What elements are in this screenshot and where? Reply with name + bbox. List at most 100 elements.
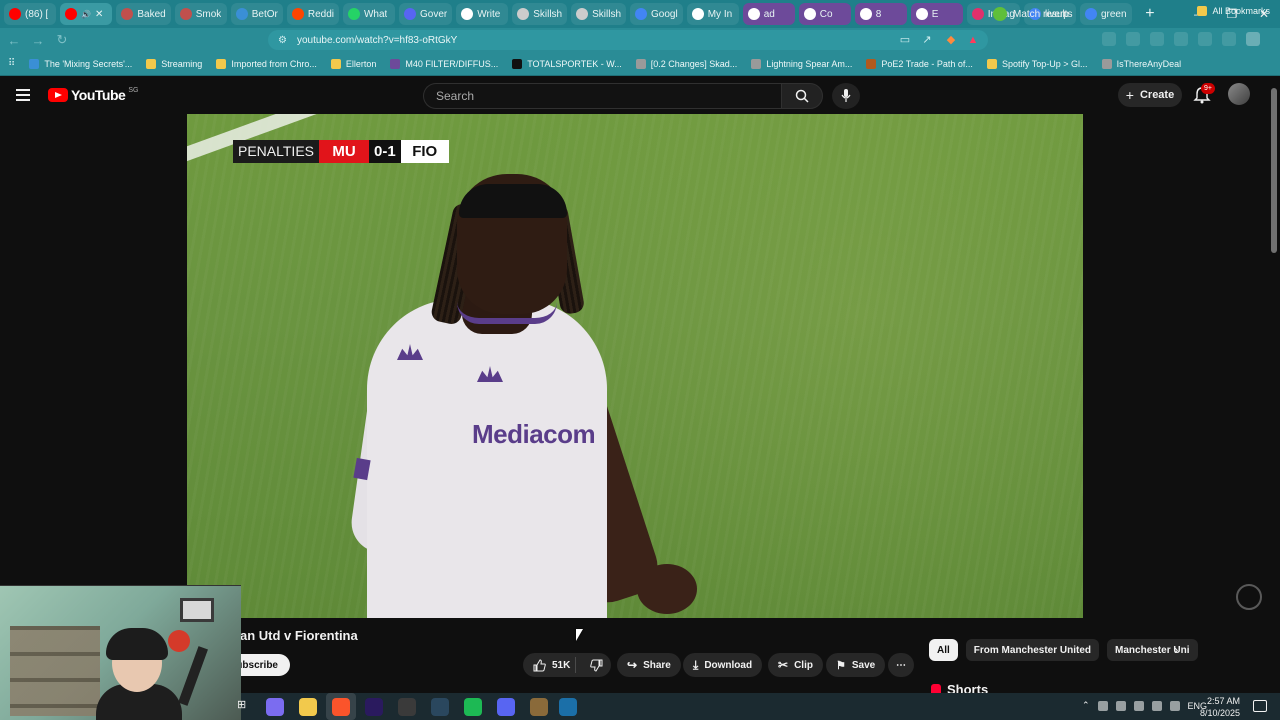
tab-favicon-icon	[461, 8, 474, 20]
tab-favicon-icon	[235, 8, 248, 20]
browser-tab[interactable]: BetOr	[230, 3, 283, 25]
browser-tab[interactable]: 🔊 ✕	[60, 3, 113, 25]
bookmark-item[interactable]: Lightning Spear Am...	[751, 58, 852, 69]
bookmark-label: Ellerton	[345, 58, 377, 69]
bookmark-item[interactable]: M40 FILTER/DIFFUS...	[390, 58, 498, 69]
url-text[interactable]: youtube.com/watch?v=hf83-oRtGkY	[297, 35, 457, 46]
bookmark-item[interactable]: Imported from Chro...	[216, 58, 317, 69]
channel-watermark-crest-icon[interactable]	[1236, 584, 1262, 610]
tab-title: Skillsh	[533, 8, 563, 20]
bookmark-item[interactable]: The 'Mixing Secrets'...	[29, 58, 132, 69]
browser-tab[interactable]: Googl	[630, 3, 683, 25]
filter-chip[interactable]: All	[929, 639, 958, 661]
account-avatar[interactable]	[1228, 83, 1250, 105]
save-button[interactable]: ⚑ Save	[826, 653, 886, 677]
extension-icon[interactable]	[1174, 32, 1188, 46]
file-explorer-app-icon[interactable]	[299, 698, 317, 716]
create-button[interactable]: + Create	[1118, 83, 1182, 107]
steam-2-app-icon[interactable]	[559, 698, 577, 716]
browser-tab[interactable]: What	[342, 3, 395, 25]
match-results-widget[interactable]: Match results	[993, 7, 1072, 21]
search-button[interactable]	[781, 83, 823, 109]
browser-tab[interactable]: Write	[456, 3, 509, 25]
search-input[interactable]	[423, 83, 781, 109]
bookmark-item[interactable]: [0.2 Changes] Skad...	[635, 58, 737, 69]
reload-icon[interactable]: ↻	[52, 32, 72, 48]
bookmark-item[interactable]: Streaming	[146, 58, 202, 69]
clip-button[interactable]: ✂ Clip	[768, 653, 823, 677]
brave-app-icon[interactable]	[332, 698, 350, 716]
browser-tab[interactable]: (86) [	[4, 3, 56, 25]
notification-center-icon[interactable]	[1253, 700, 1267, 712]
voice-search-button[interactable]	[832, 83, 860, 109]
all-bookmarks-button[interactable]: All Bookmarks	[1197, 6, 1270, 16]
tab-favicon-icon	[803, 8, 816, 20]
wifi-icon[interactable]	[1169, 700, 1180, 711]
browser-tab[interactable]: E	[910, 3, 963, 25]
extension-icon[interactable]	[1150, 32, 1164, 46]
extension-icon[interactable]	[1222, 32, 1236, 46]
like-button[interactable]: 51K	[523, 657, 576, 673]
premiere-app-icon[interactable]	[365, 698, 383, 716]
site-info-icon[interactable]: ⚙	[278, 35, 287, 46]
back-icon[interactable]: ←	[4, 33, 24, 48]
browser-tab[interactable]: Reddi	[286, 3, 339, 25]
cast-icon[interactable]: ▭	[898, 33, 912, 47]
dislike-button[interactable]	[582, 659, 612, 672]
discord-app-icon[interactable]	[497, 698, 515, 716]
bluetooth-icon[interactable]	[1151, 700, 1162, 711]
profile-icon[interactable]	[1246, 32, 1260, 46]
browser-tab[interactable]: Skillsh	[512, 3, 568, 25]
page-scrollbar[interactable]	[1271, 88, 1277, 253]
system-clock[interactable]: 2:57 AM 8/10/2025	[1200, 695, 1240, 719]
forward-icon[interactable]: →	[28, 33, 48, 48]
apps-grid-icon[interactable]: ⠿	[8, 58, 15, 69]
bookmark-item[interactable]: PoE2 Trade - Path of...	[866, 58, 973, 69]
bookmark-item[interactable]: IsThereAnyDeal	[1101, 58, 1181, 69]
extension-icon[interactable]	[1126, 32, 1140, 46]
hamburger-menu-icon[interactable]	[16, 86, 34, 104]
extension-icon[interactable]	[1102, 32, 1116, 46]
bookmark-icon	[146, 58, 157, 69]
tab-favicon-icon	[859, 8, 872, 20]
start-menu-icon[interactable]: ⊞	[237, 698, 255, 716]
browser-tab[interactable]: Skillsh	[571, 3, 627, 25]
share-button[interactable]: ↪ Share	[617, 653, 681, 677]
browser-tab[interactable]: Smok	[174, 3, 227, 25]
microphone-tray-icon[interactable]	[1097, 700, 1108, 711]
share-url-icon[interactable]: ↗	[920, 33, 934, 47]
new-tab-plus-icon[interactable]: +	[1140, 4, 1160, 24]
browser-tab[interactable]: Gover	[398, 3, 453, 25]
brave-shields-icon[interactable]: ◆	[944, 33, 958, 47]
download-button[interactable]: ⤓ Download	[683, 653, 763, 677]
security-icon[interactable]	[1133, 700, 1144, 711]
browser-tab[interactable]: My In	[686, 3, 739, 25]
bookmark-item[interactable]: Spotify Top-Up > Gl...	[986, 58, 1088, 69]
game-app-icon[interactable]	[530, 698, 548, 716]
spotify-app-icon[interactable]	[464, 698, 482, 716]
chevron-up-icon[interactable]: ⌃	[1082, 700, 1090, 711]
onedrive-icon[interactable]	[1115, 700, 1126, 711]
extension-icon[interactable]	[1198, 32, 1212, 46]
steam-app-icon[interactable]	[431, 698, 449, 716]
address-bar[interactable]: ⚙ youtube.com/watch?v=hf83-oRtGkY ▭ ↗ ◆ …	[268, 30, 988, 50]
browser-tab[interactable]: Co	[798, 3, 851, 25]
bookmark-icon	[512, 58, 523, 69]
browser-tab[interactable]: 8	[854, 3, 907, 25]
youtube-logo[interactable]: YouTube SG	[48, 87, 138, 103]
video-player[interactable]: Mediacom PENALTIES MU 0-1 FIO	[187, 114, 1083, 618]
browser-tab[interactable]: ad	[742, 3, 795, 25]
tab-audio-icon[interactable]: 🔊	[81, 10, 91, 19]
filter-chip[interactable]: From Manchester United	[965, 639, 1100, 661]
more-actions-button[interactable]: ⋯	[888, 653, 914, 677]
widget-label: Match results	[1013, 8, 1073, 20]
chevron-right-icon[interactable]: ›	[1174, 642, 1188, 658]
browser-tab[interactable]: Baked	[116, 3, 171, 25]
brave-rewards-icon[interactable]: ▲	[966, 33, 980, 47]
obs-app-icon[interactable]	[398, 698, 416, 716]
copilot-app-icon[interactable]	[266, 698, 284, 716]
bookmark-item[interactable]: Ellerton	[330, 58, 377, 69]
bookmark-item[interactable]: TOTALSPORTEK - W...	[512, 58, 622, 69]
browser-tab[interactable]: green	[1079, 3, 1132, 25]
tab-close-icon[interactable]: ✕	[95, 9, 103, 20]
